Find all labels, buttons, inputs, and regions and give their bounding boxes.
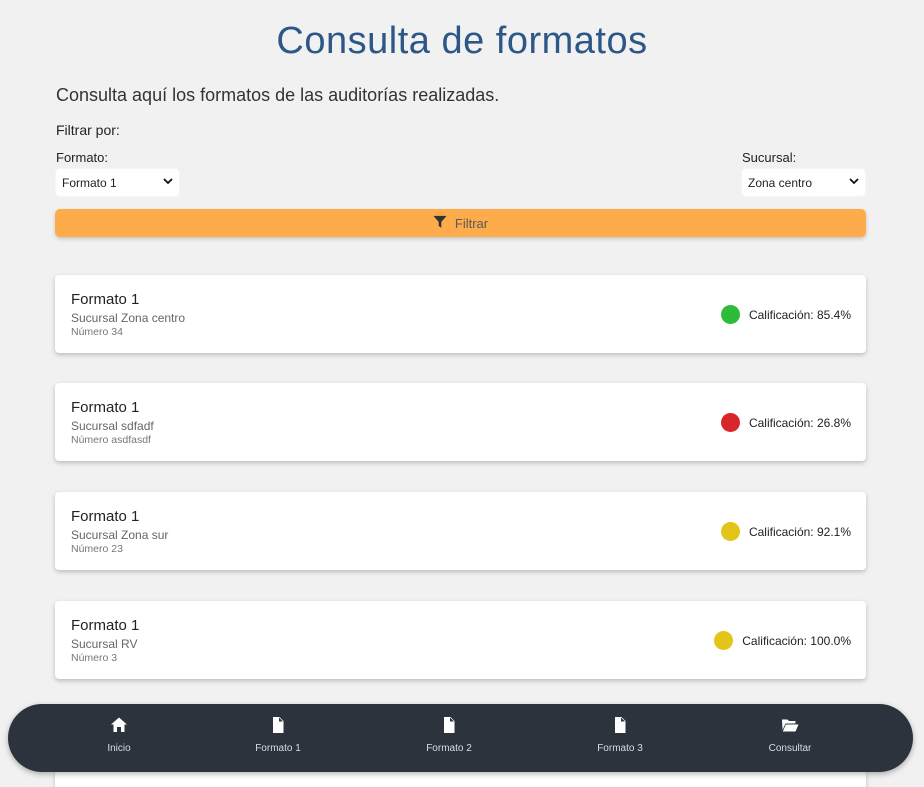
nav-item-label: Consultar — [768, 743, 812, 754]
filter-button[interactable]: Filtrar — [55, 209, 866, 237]
sucursal-label: Sucursal: — [742, 150, 797, 165]
filter-icon — [433, 215, 447, 232]
filter-heading: Filtrar por: — [56, 122, 120, 138]
card-number: Número 23 — [71, 543, 123, 555]
result-card[interactable]: Formato 1 Sucursal Zona sur Número 23 Ca… — [55, 492, 866, 570]
nav-item-consultar[interactable]: Consultar — [745, 716, 835, 754]
card-title: Formato 1 — [71, 291, 140, 308]
status-dot-icon — [720, 305, 740, 324]
formato-select-value: Formato 1 — [62, 175, 117, 190]
chevron-down-icon — [849, 177, 859, 188]
status-dot-icon — [720, 413, 740, 432]
card-title: Formato 1 — [71, 508, 140, 525]
nav-item-formato-3[interactable]: Formato 3 — [575, 716, 665, 754]
page: Consulta de formatos Consulta aquí los f… — [0, 0, 924, 787]
result-card[interactable]: Formato 1 Sucursal Zona centro Número 34… — [55, 275, 866, 353]
card-score: Calificación: 92.1% — [720, 522, 851, 541]
formato-label: Formato: — [56, 150, 109, 165]
card-score: Calificación: 85.4% — [720, 305, 851, 324]
chevron-down-icon — [163, 177, 173, 188]
card-branch: Sucursal RV — [71, 637, 138, 651]
sucursal-select-value: Zona centro — [748, 175, 813, 190]
card-number: Número asdfasdf — [71, 434, 151, 446]
card-score-label: Calificación: 92.1% — [748, 524, 851, 539]
result-card-partial — [55, 770, 866, 787]
file-icon — [440, 716, 458, 737]
nav-item-formato-1[interactable]: Formato 1 — [233, 716, 323, 754]
file-icon — [611, 716, 629, 737]
filter-button-label: Filtrar — [454, 215, 489, 231]
bottom-nav: Inicio Formato 1 Formato 2 Formato 3 Con… — [8, 704, 913, 772]
page-title: Consulta de formatos — [276, 20, 648, 62]
nav-item-label: Inicio — [107, 743, 131, 754]
nav-item-inicio[interactable]: Inicio — [74, 716, 164, 754]
nav-item-label: Formato 2 — [426, 743, 472, 754]
page-subtitle: Consulta aquí los formatos de las audito… — [56, 85, 500, 105]
card-score-label: Calificación: 26.8% — [748, 415, 851, 430]
home-icon — [110, 716, 128, 737]
card-score-label: Calificación: 85.4% — [748, 307, 851, 322]
result-card[interactable]: Formato 1 Sucursal sdfadf Número asdfasd… — [55, 383, 866, 461]
nav-item-label: Formato 3 — [597, 743, 643, 754]
card-title: Formato 1 — [71, 617, 140, 634]
formato-select[interactable]: Formato 1 — [56, 169, 179, 196]
status-dot-icon — [720, 522, 740, 541]
sucursal-select[interactable]: Zona centro — [742, 169, 865, 196]
card-branch: Sucursal Zona sur — [71, 528, 169, 542]
status-dot-icon — [714, 631, 734, 650]
card-score: Calificación: 100.0% — [714, 631, 851, 650]
card-branch: Sucursal Zona centro — [71, 311, 186, 325]
folder-open-icon — [781, 716, 799, 737]
nav-item-formato-2[interactable]: Formato 2 — [404, 716, 494, 754]
card-score: Calificación: 26.8% — [720, 413, 851, 432]
file-icon — [269, 716, 287, 737]
card-number: Número 3 — [71, 652, 118, 664]
card-number: Número 34 — [71, 326, 123, 338]
card-score-label: Calificación: 100.0% — [742, 633, 851, 648]
card-branch: Sucursal sdfadf — [71, 419, 154, 433]
result-card[interactable]: Formato 1 Sucursal RV Número 3 Calificac… — [55, 601, 866, 679]
nav-item-label: Formato 1 — [255, 743, 301, 754]
card-title: Formato 1 — [71, 399, 140, 416]
